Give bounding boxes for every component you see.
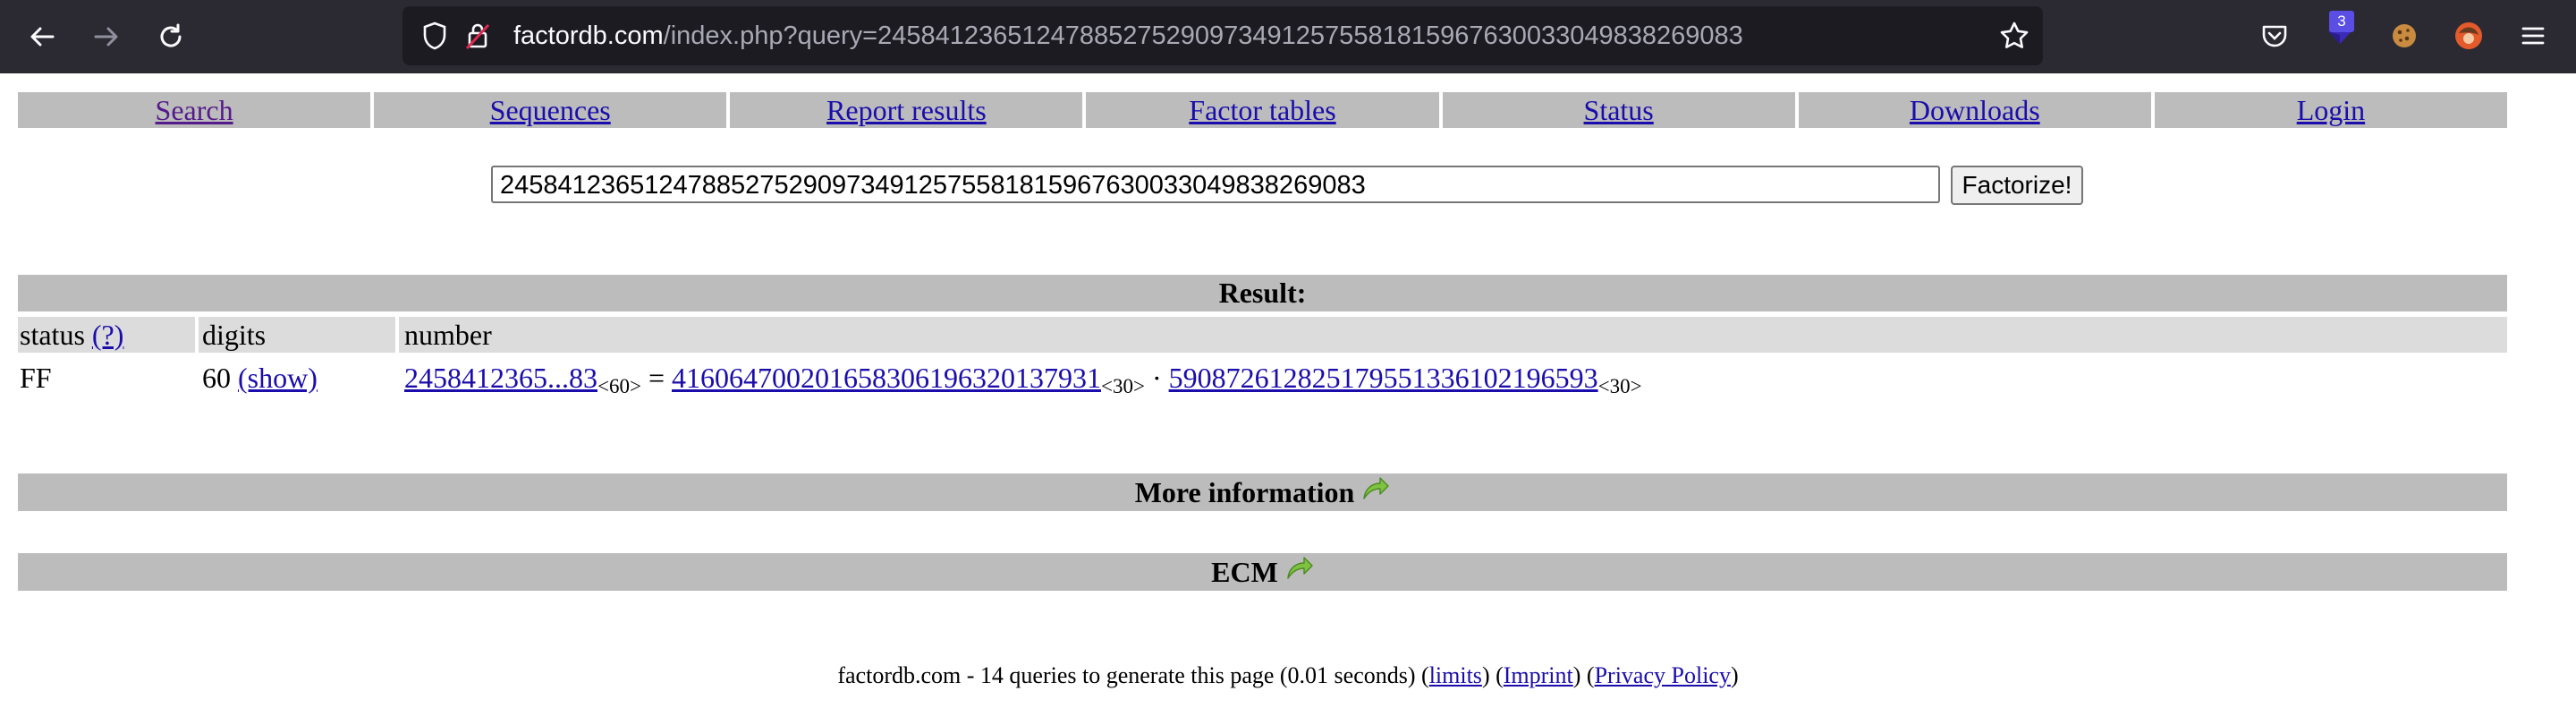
nav-cell-report-results: Report results	[730, 92, 1083, 128]
extension-badge-count: 3	[2329, 11, 2354, 32]
forward-button[interactable]	[86, 16, 127, 57]
reload-button[interactable]	[150, 16, 191, 57]
factorize-button[interactable]: Factorize!	[1951, 166, 2083, 205]
number-digit-count: <60>	[597, 375, 641, 397]
url-host: factordb.com	[513, 21, 664, 50]
factor-1-digit-count: <30>	[1101, 375, 1145, 397]
page-footer: factordb.com - 14 queries to generate th…	[0, 662, 2576, 689]
nav-link-report-results[interactable]: Report results	[826, 94, 987, 126]
nav-link-factor-tables[interactable]: Factor tables	[1189, 94, 1335, 126]
site-nav-bar: Search Sequences Report results Factor t…	[18, 92, 2507, 128]
result-heading: Result:	[18, 275, 2507, 311]
factor-2-digit-count: <30>	[1597, 375, 1642, 397]
footer-separator: ) (	[1572, 662, 1595, 688]
factor-2-link[interactable]: 590872612825179551336102196593	[1169, 362, 1598, 394]
column-header-number: number	[399, 317, 2507, 353]
number-header-label: number	[404, 319, 492, 351]
tracking-protection-shield-icon[interactable]	[420, 21, 449, 58]
nav-link-downloads[interactable]: Downloads	[1910, 94, 2040, 126]
limits-link[interactable]: limits	[1429, 662, 1482, 688]
nav-cell-login: Login	[2154, 92, 2507, 128]
reload-icon	[160, 23, 182, 47]
expand-arrow-icon[interactable]	[1361, 472, 1390, 509]
nav-cell-search: Search	[18, 92, 371, 128]
cookie-extension-icon[interactable]	[2386, 18, 2422, 54]
footer-separator: ) (	[1481, 662, 1504, 688]
browser-toolbar: factordb.com/index.php?query=24584123651…	[0, 0, 2576, 73]
expand-arrow-icon[interactable]	[1285, 551, 1314, 589]
address-bar[interactable]: factordb.com/index.php?query=24584123651…	[402, 6, 2043, 65]
footer-end: )	[1730, 662, 1739, 688]
footer-text: factordb.com - 14 queries to generate th…	[837, 662, 1429, 688]
url-path: /index.php?query=24584123651247885275290…	[663, 21, 1743, 50]
equals-sign: =	[648, 362, 665, 394]
column-header-status: status (?)	[18, 317, 195, 353]
digits-value: 60	[202, 362, 231, 394]
column-header-digits: digits	[199, 317, 395, 353]
status-help-link[interactable]: (?)	[92, 319, 124, 351]
hamburger-menu-icon[interactable]	[2515, 18, 2551, 54]
url-text: factordb.com/index.php?query=24584123651…	[513, 21, 1743, 51]
more-information-label: More information	[1134, 476, 1355, 508]
ecm-label: ECM	[1211, 556, 1278, 588]
bookmark-star-icon[interactable]	[1998, 20, 2030, 59]
imprint-link[interactable]: Imprint	[1504, 662, 1573, 688]
more-information-bar[interactable]: More information	[18, 473, 2507, 511]
result-digits-cell: 60 (show)	[202, 360, 318, 396]
profile-avatar-icon[interactable]	[2451, 18, 2487, 54]
nav-cell-sequences: Sequences	[374, 92, 727, 128]
ecm-bar[interactable]: ECM	[18, 553, 2507, 591]
multiply-dot: ·	[1151, 362, 1162, 394]
nav-link-login[interactable]: Login	[2297, 94, 2365, 126]
nav-link-search[interactable]: Search	[156, 94, 233, 126]
status-header-label: status	[20, 319, 85, 351]
result-number-cell: 2458412365...83<60> = 416064700201658306…	[404, 360, 1642, 405]
forward-arrow-icon	[94, 27, 118, 47]
back-button[interactable]	[21, 16, 63, 57]
show-number-link[interactable]: (show)	[238, 362, 318, 394]
privacy-policy-link[interactable]: Privacy Policy	[1595, 662, 1731, 688]
back-arrow-icon	[30, 27, 55, 47]
nav-cell-factor-tables: Factor tables	[1086, 92, 1439, 128]
nav-cell-downloads: Downloads	[1798, 92, 2151, 128]
pocket-icon[interactable]	[2257, 18, 2292, 54]
factor-1-link[interactable]: 416064700201658306196320137931	[672, 362, 1101, 394]
query-input[interactable]: 2458412365124788527529097349125755818159…	[491, 166, 1940, 203]
result-status-cell: FF	[20, 362, 52, 394]
digits-header-label: digits	[202, 319, 267, 351]
nav-cell-status: Status	[1442, 92, 1795, 128]
number-link[interactable]: 2458412365...83	[404, 362, 597, 394]
nav-link-status[interactable]: Status	[1584, 94, 1654, 126]
nav-link-sequences[interactable]: Sequences	[490, 94, 611, 126]
insecure-lock-icon[interactable]	[463, 21, 492, 58]
